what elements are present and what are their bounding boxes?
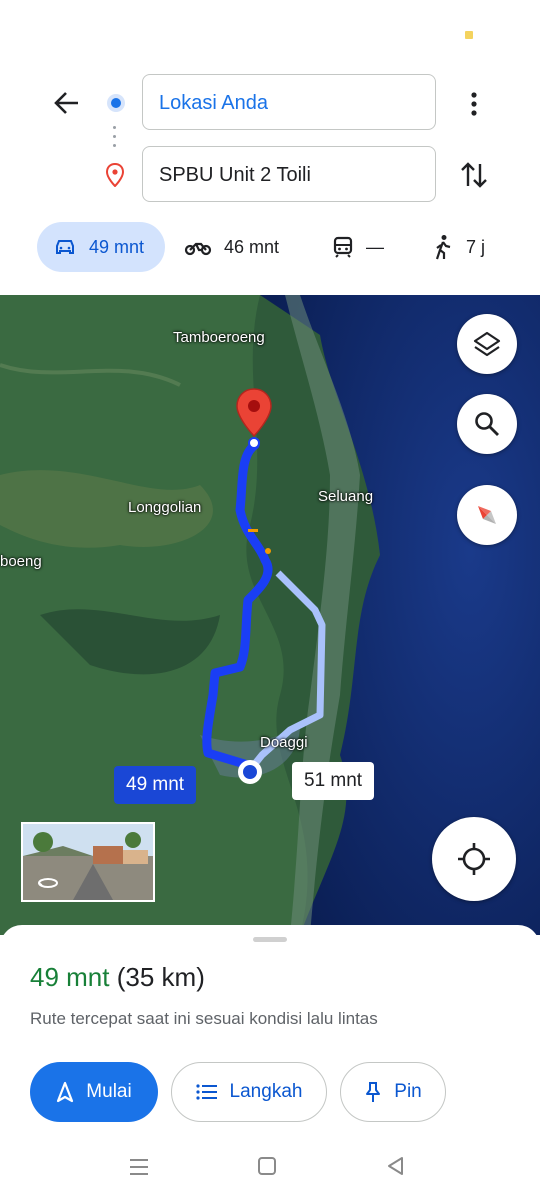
menu-lines-icon	[130, 1159, 148, 1175]
destination-marker[interactable]	[234, 387, 274, 449]
steps-label: Langkah	[229, 1081, 303, 1102]
transit-icon	[333, 236, 353, 258]
system-back-button[interactable]	[386, 1156, 406, 1181]
arrow-left-icon	[54, 92, 78, 114]
route-connector	[113, 126, 117, 153]
map-view[interactable]: Tamboeroeng Longgolian Seluang boeng Doa…	[0, 295, 540, 935]
sheet-drag-handle[interactable]	[253, 937, 287, 942]
compass-icon	[478, 506, 496, 524]
rotate-360-icon	[37, 878, 58, 888]
alternate-route-label[interactable]: 51 mnt	[292, 762, 375, 800]
origin-dot-icon	[107, 94, 125, 112]
street-view-thumbnail[interactable]	[21, 822, 155, 902]
home-button[interactable]	[257, 1156, 277, 1181]
destination-input[interactable]: SPBU Unit 2 Toili	[142, 146, 436, 202]
triangle-back-icon	[388, 1157, 403, 1175]
mode-motorcycle-time: 46 mnt	[224, 236, 280, 257]
map-pin-icon	[236, 388, 272, 449]
mode-driving-time: 49 mnt	[89, 236, 145, 257]
mode-transit[interactable]: —	[332, 222, 384, 272]
recent-apps-button[interactable]	[128, 1157, 150, 1182]
origin-marker[interactable]	[238, 760, 262, 784]
more-options-button[interactable]	[466, 90, 482, 118]
pushpin-icon	[366, 1082, 381, 1102]
walk-icon	[435, 235, 451, 260]
start-label: Mulai	[86, 1081, 132, 1102]
map-label-seluang: Seluang	[318, 488, 374, 505]
primary-route-label[interactable]: 49 mnt	[114, 766, 197, 804]
map-label-boeng: boeng	[0, 553, 42, 570]
navigation-arrow-icon	[57, 1081, 74, 1103]
mode-motorcycle[interactable]: 46 mnt	[184, 222, 279, 272]
mode-walking-time: 7 j	[466, 236, 486, 257]
pin-label: Pin	[394, 1081, 422, 1102]
mode-walking[interactable]: 7 j	[432, 222, 485, 272]
more-vert-icon	[471, 92, 477, 116]
pin-button[interactable]: Pin	[340, 1062, 446, 1122]
layers-button[interactable]	[457, 314, 517, 374]
start-button[interactable]: Mulai	[30, 1062, 158, 1122]
crosshair-icon	[458, 843, 490, 875]
square-icon	[258, 1157, 276, 1175]
search-along-route-button[interactable]	[457, 394, 517, 454]
mode-transit-time: —	[366, 236, 384, 257]
traffic-marker	[248, 529, 258, 532]
back-button[interactable]	[50, 86, 84, 120]
eta-distance: (35 km)	[116, 962, 205, 992]
map-label-tamboeroeng: Tamboeroeng	[173, 329, 265, 346]
eta-time: 49 mnt	[30, 962, 110, 992]
status-indicator	[465, 31, 473, 39]
compass-button[interactable]	[457, 485, 517, 545]
swap-vertical-icon	[461, 162, 487, 188]
list-icon	[195, 1084, 217, 1100]
route-description: Rute tercepat saat ini sesuai kondisi la…	[30, 1009, 378, 1028]
layers-icon	[473, 331, 501, 357]
steps-button[interactable]: Langkah	[171, 1062, 327, 1122]
swap-button[interactable]	[458, 158, 490, 192]
mode-driving[interactable]: 49 mnt	[37, 222, 165, 272]
destination-pin-icon	[105, 162, 125, 188]
route-eta: 49 mnt (35 km)	[30, 962, 205, 993]
primary-route-line	[202, 440, 273, 770]
map-label-doaggi: Doaggi	[260, 734, 308, 751]
traffic-marker	[265, 548, 271, 554]
car-icon	[56, 240, 74, 254]
map-label-longgolian: Longgolian	[128, 499, 202, 516]
search-icon	[475, 412, 499, 436]
origin-input[interactable]: Lokasi Anda	[142, 74, 436, 130]
my-location-button[interactable]	[432, 817, 516, 901]
motorcycle-icon	[184, 242, 212, 256]
